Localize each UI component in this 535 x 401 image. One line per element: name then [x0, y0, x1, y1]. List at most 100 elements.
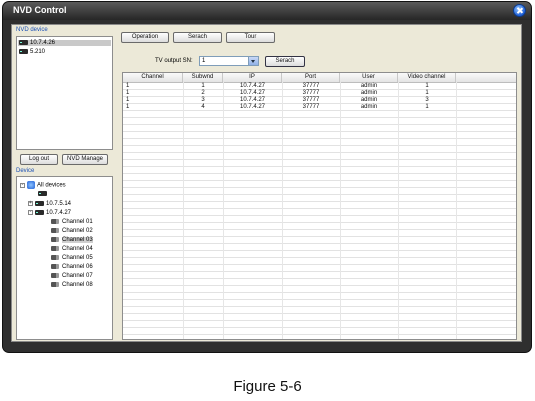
- table-gridline: [123, 138, 516, 139]
- table-gridline: [123, 236, 516, 237]
- nvd-device-list[interactable]: 10.7.4.26 5.210: [16, 36, 113, 150]
- tab-tour[interactable]: Tour: [226, 32, 275, 43]
- tree-node-device[interactable]: - 10.7.4.27: [28, 210, 71, 216]
- cell-video-channel: 1: [425, 83, 429, 89]
- tv-output-label: TV output SN:: [155, 58, 193, 64]
- tree-node-channel[interactable]: Channel 03: [51, 237, 93, 244]
- cell-ip: 10.7.4.27: [239, 83, 266, 89]
- nvd-device-icon: [19, 40, 28, 45]
- tree-node-channel[interactable]: Channel 02: [51, 228, 93, 234]
- all-devices-icon: [27, 181, 35, 189]
- cell-channel: 1: [126, 104, 130, 110]
- cell-video-channel: 1: [425, 104, 429, 110]
- channel-label: Channel 07: [62, 273, 93, 280]
- tab-operation[interactable]: Operation: [121, 32, 169, 43]
- tree-node-channel[interactable]: Channel 07: [51, 273, 93, 279]
- table-gridline: [123, 159, 516, 160]
- nvd-device-item[interactable]: 5.210: [19, 49, 45, 55]
- camera-icon: [51, 264, 59, 269]
- log-out-button[interactable]: Log out: [20, 154, 58, 165]
- client-area: NVD device 10.7.4.26 5.210 Log out NVD M…: [11, 24, 522, 342]
- expand-icon[interactable]: +: [28, 201, 33, 206]
- table-column-line: [340, 82, 341, 339]
- cell-ip: 10.7.4.27: [239, 90, 266, 96]
- collapse-icon[interactable]: -: [28, 210, 33, 215]
- channel-label: Channel 08: [62, 282, 93, 289]
- table-gridline: [123, 201, 516, 202]
- table-gridline: [123, 313, 516, 314]
- cell-ip: 10.7.4.27: [239, 97, 266, 103]
- table-gridline: [123, 173, 516, 174]
- collapse-icon[interactable]: -: [20, 182, 25, 188]
- column-header[interactable]: Video channel: [398, 73, 456, 82]
- column-header[interactable]: Port: [282, 73, 340, 82]
- nvd-device-item[interactable]: 10.7.4.26: [18, 40, 111, 47]
- table-gridline: [123, 187, 516, 188]
- figure-caption: Figure 5-6: [233, 378, 302, 395]
- tree-node-channel[interactable]: Channel 06: [51, 264, 93, 270]
- channel-table[interactable]: Channel Subwnd IP Port User Video channe…: [122, 72, 517, 340]
- nvd-manage-button[interactable]: NVD Manage: [62, 154, 108, 165]
- camera-icon: [51, 219, 59, 224]
- table-gridline: [123, 229, 516, 230]
- column-header[interactable]: IP: [223, 73, 282, 82]
- cell-video-channel: 3: [425, 97, 429, 103]
- title-bar[interactable]: NVD Control: [3, 2, 531, 20]
- column-header[interactable]: Subwnd: [183, 73, 223, 82]
- table-header: Channel Subwnd IP Port User Video channe…: [123, 73, 516, 83]
- table-column-line: [398, 82, 399, 339]
- cell-port: 37777: [302, 97, 320, 103]
- cell-subwnd: 3: [201, 97, 205, 103]
- cell-channel: 1: [126, 83, 130, 89]
- table-gridline: [123, 320, 516, 321]
- cell-video-channel: 1: [425, 90, 429, 96]
- cell-channel: 1: [126, 90, 130, 96]
- search-button[interactable]: Serach: [265, 56, 305, 67]
- table-gridline: [123, 208, 516, 209]
- device-icon: [35, 201, 44, 206]
- tree-node-channel[interactable]: Channel 08: [51, 282, 93, 288]
- close-icon[interactable]: [513, 4, 526, 17]
- table-gridline: [123, 124, 516, 125]
- device-label: Device: [16, 168, 35, 174]
- table-gridline: [123, 166, 516, 167]
- table-gridline: [123, 180, 516, 181]
- chevron-down-icon[interactable]: [248, 57, 258, 65]
- table-gridline: [123, 243, 516, 244]
- column-header[interactable]: Channel: [123, 73, 183, 82]
- cell-user: admin: [360, 97, 378, 103]
- tree-node-device[interactable]: +10.7.5.14: [28, 201, 71, 207]
- device-icon: [38, 191, 47, 196]
- tab-search[interactable]: Serach: [173, 32, 222, 43]
- channel-label: Channel 04: [62, 246, 93, 253]
- table-gridline: [123, 278, 516, 279]
- nvd-device-item-label: 5.210: [30, 49, 46, 56]
- tree-node-channel[interactable]: Channel 01: [51, 219, 93, 225]
- tree-node-all-devices[interactable]: - All devices: [20, 181, 66, 189]
- nvd-device-label: NVD device: [16, 27, 48, 33]
- device-tree[interactable]: - All devices +10.7.5.14 - 10.7.4.27 Chann…: [16, 176, 113, 340]
- tree-node-device[interactable]: [38, 191, 49, 197]
- nvd-device-icon: [19, 49, 28, 54]
- table-gridline: [123, 264, 516, 265]
- cell-subwnd: 2: [201, 90, 205, 96]
- cell-channel: 1: [126, 97, 130, 103]
- cell-user: admin: [360, 104, 378, 110]
- cell-user: admin: [360, 90, 378, 96]
- column-header[interactable]: User: [340, 73, 398, 82]
- tree-node-label: 10.7.5.14: [46, 201, 72, 208]
- tree-node-channel[interactable]: Channel 05: [51, 255, 93, 261]
- tree-node-label: All devices: [37, 182, 66, 189]
- cell-user: admin: [360, 83, 378, 89]
- table-gridline: [123, 194, 516, 195]
- channel-label: Channel 01: [62, 219, 93, 226]
- table-gridline: [123, 306, 516, 307]
- table-gridline: [123, 292, 516, 293]
- table-gridline: [123, 327, 516, 328]
- tv-output-select[interactable]: 1: [199, 56, 259, 66]
- cell-port: 37777: [302, 104, 320, 110]
- camera-icon: [51, 255, 59, 260]
- tree-node-channel[interactable]: Channel 04: [51, 246, 93, 252]
- nvd-control-window: NVD Control NVD device 10.7.4.26 5.210 L…: [3, 2, 531, 352]
- nvd-device-item-label: 10.7.4.26: [30, 40, 56, 47]
